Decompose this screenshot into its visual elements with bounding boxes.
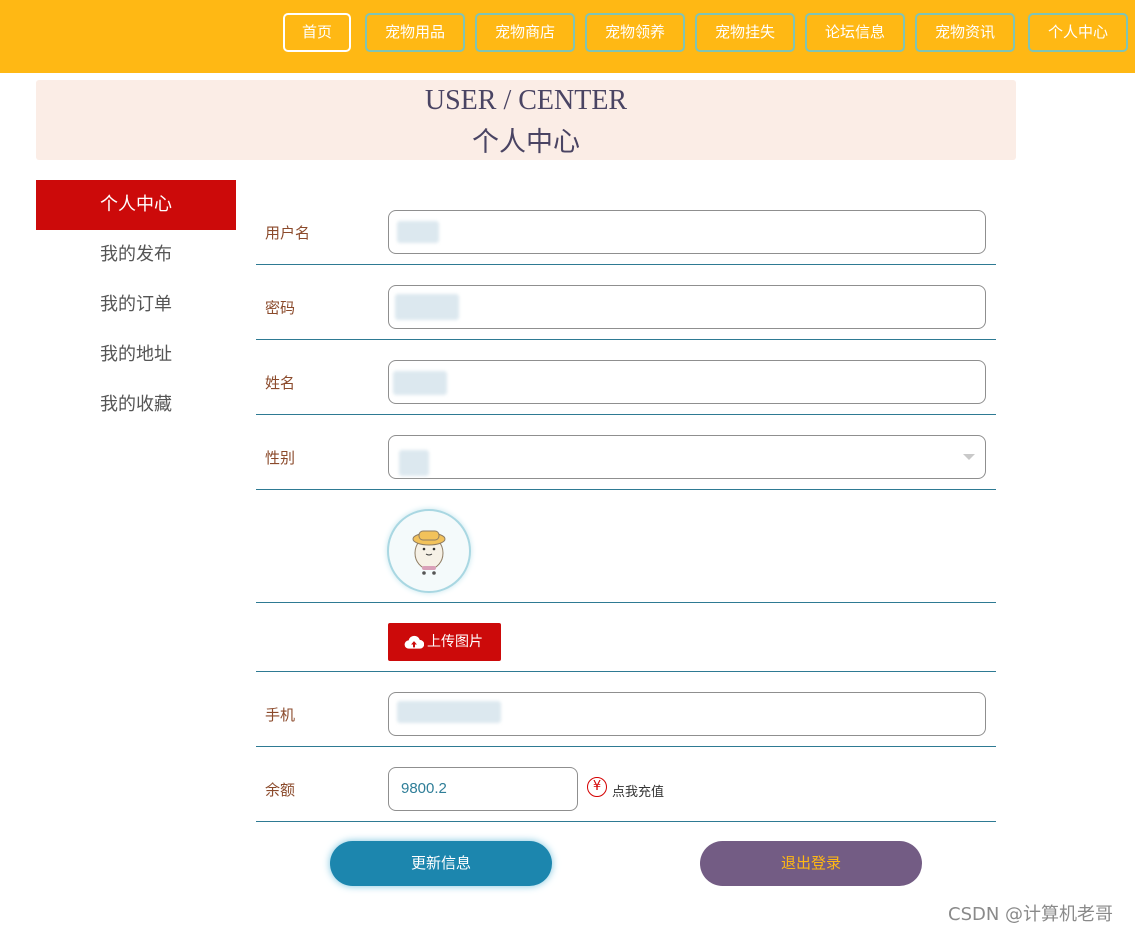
- divider: [256, 414, 996, 415]
- divider: [256, 602, 996, 603]
- name-label: 姓名: [265, 374, 296, 392]
- redacted-value: [393, 371, 447, 395]
- username-input[interactable]: [388, 210, 986, 254]
- password-label: 密码: [265, 299, 296, 317]
- sidebar-item-my-address[interactable]: 我的地址: [36, 330, 236, 380]
- banner-title-zh: 个人中心: [472, 127, 580, 158]
- update-info-button[interactable]: 更新信息: [330, 841, 552, 886]
- balance-label: 余额: [265, 781, 296, 799]
- divider: [256, 746, 996, 747]
- gender-label: 性别: [265, 449, 296, 467]
- watermark: CSDN @计算机老哥: [948, 904, 1114, 925]
- redacted-value: [399, 450, 429, 476]
- divider: [256, 821, 996, 822]
- nav-pet-lost[interactable]: 宠物挂失: [695, 13, 795, 52]
- page-banner: USER / CENTER 个人中心: [36, 80, 1016, 160]
- username-label: 用户名: [265, 224, 311, 242]
- nav-forum[interactable]: 论坛信息: [805, 13, 905, 52]
- phone-label: 手机: [265, 706, 296, 724]
- gender-select[interactable]: [388, 435, 986, 479]
- chevron-down-icon: [963, 454, 975, 460]
- phone-input[interactable]: [388, 692, 986, 736]
- sidebar-item-my-orders[interactable]: 我的订单: [36, 280, 236, 330]
- nav-pet-news[interactable]: 宠物资讯: [915, 13, 1015, 52]
- recharge-label: 点我充值: [612, 785, 665, 800]
- banner-title-en: USER / CENTER: [424, 85, 628, 116]
- password-input[interactable]: [388, 285, 986, 329]
- divider: [256, 264, 996, 265]
- nav-pet-shop[interactable]: 宠物商店: [475, 13, 575, 52]
- redacted-value: [397, 701, 501, 723]
- avatar-image: [412, 530, 446, 575]
- upload-image-label: 上传图片: [427, 634, 483, 650]
- avatar: [387, 509, 471, 593]
- cloud-upload-icon: [404, 635, 424, 649]
- sidebar-item-my-posts[interactable]: 我的发布: [36, 230, 236, 280]
- name-input[interactable]: [388, 360, 986, 404]
- nav-pet-adoption[interactable]: 宠物领养: [585, 13, 685, 52]
- yen-icon: ¥: [587, 777, 607, 797]
- redacted-value: [395, 294, 459, 320]
- nav-home[interactable]: 首页: [283, 13, 351, 52]
- balance-input[interactable]: 9800.2: [388, 767, 578, 811]
- sidebar-item-my-favorites[interactable]: 我的收藏: [36, 380, 236, 430]
- top-navbar: 首页 宠物用品 宠物商店 宠物领养 宠物挂失 论坛信息 宠物资讯 个人中心: [0, 0, 1135, 73]
- divider: [256, 339, 996, 340]
- nav-pet-supplies[interactable]: 宠物用品: [365, 13, 465, 52]
- upload-image-button[interactable]: 上传图片: [388, 623, 501, 661]
- divider: [256, 671, 996, 672]
- logout-button[interactable]: 退出登录: [700, 841, 922, 886]
- redacted-value: [397, 221, 439, 243]
- nav-user-center[interactable]: 个人中心: [1028, 13, 1128, 52]
- divider: [256, 489, 996, 490]
- sidebar-item-user-center[interactable]: 个人中心: [36, 180, 236, 230]
